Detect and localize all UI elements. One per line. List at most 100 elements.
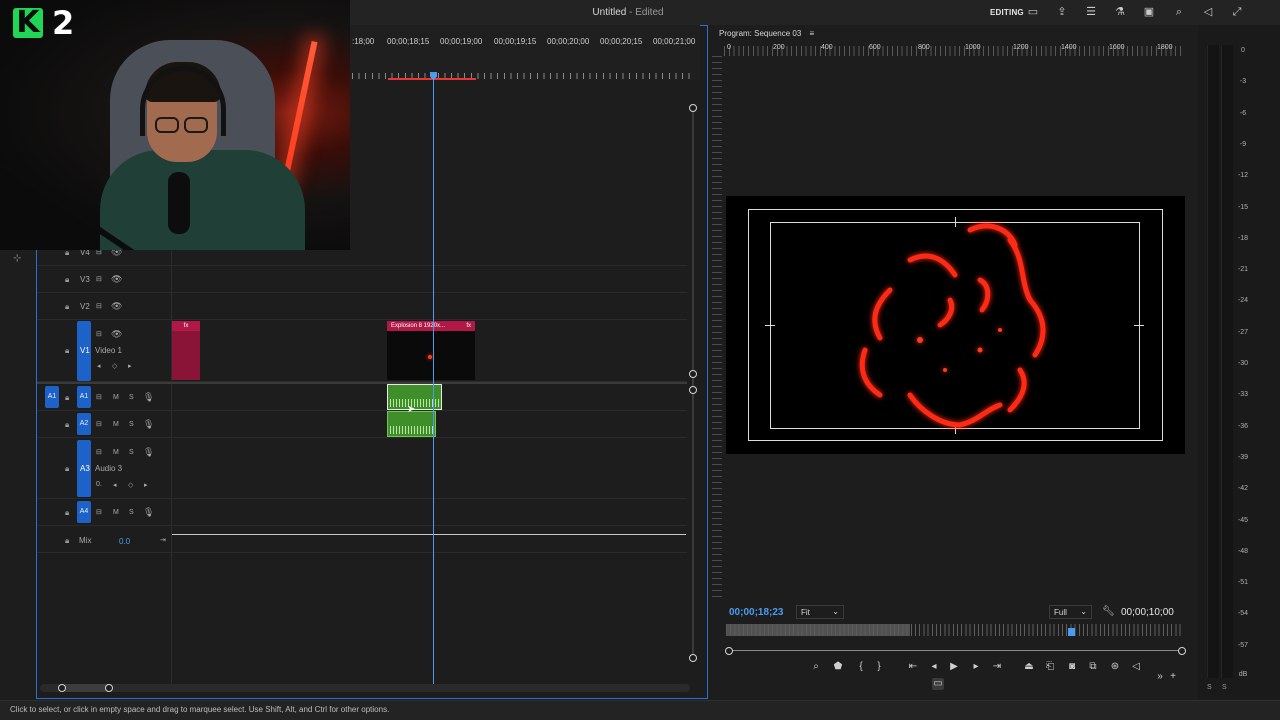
step-forward-icon[interactable]: ▸: [970, 661, 982, 673]
solo-right-button[interactable]: S: [1222, 684, 1227, 691]
mark-in-icon[interactable]: {: [855, 661, 867, 673]
meter-scale-label: -33: [1237, 391, 1249, 399]
sync-icon[interactable]: ⊟: [96, 393, 102, 401]
vertical-scrollbar[interactable]: [692, 108, 694, 660]
lock-icon[interactable]: 🔒︎: [65, 420, 69, 430]
zoom-level-value: Fit: [801, 608, 810, 617]
wrench-icon[interactable]: 🔧︎: [1102, 606, 1115, 617]
multicam-icon[interactable]: ▭: [932, 678, 944, 690]
solo-button[interactable]: S: [129, 449, 134, 456]
track-target-a2[interactable]: A2: [77, 413, 91, 435]
add-keyframe-icon[interactable]: ◇: [128, 481, 133, 489]
mute-button[interactable]: M: [113, 394, 119, 401]
flask-icon[interactable]: ⚗: [1113, 5, 1127, 19]
solo-button[interactable]: S: [129, 509, 134, 516]
scroll-handle[interactable]: [689, 370, 697, 378]
eye-icon[interactable]: 👁︎: [111, 301, 122, 312]
mix-value[interactable]: 0.0: [119, 537, 130, 546]
mute-button[interactable]: M: [113, 421, 119, 428]
sync-icon[interactable]: ⊟: [96, 275, 102, 283]
microphone-icon[interactable]: 🎙︎: [143, 447, 154, 458]
track-target-a1[interactable]: A1: [77, 386, 91, 408]
monitor-zoom-bar[interactable]: [726, 624, 910, 636]
track-target-a4[interactable]: A4: [77, 501, 91, 523]
lock-icon[interactable]: 🔒︎: [65, 536, 69, 546]
horizontal-scroll-thumb[interactable]: [62, 684, 110, 692]
sync-icon[interactable]: ⊟: [96, 330, 102, 338]
play-icon[interactable]: ▶: [948, 661, 960, 673]
workspace-label[interactable]: EDITING: [990, 8, 1024, 17]
go-to-in-icon[interactable]: ⇤: [907, 661, 919, 673]
timeline-ruler[interactable]: [350, 25, 700, 80]
lift-icon[interactable]: ⏏: [1023, 661, 1035, 673]
scroll-handle[interactable]: [58, 684, 66, 692]
fullscreen-icon[interactable]: ▭: [1026, 5, 1040, 19]
go-to-out-icon[interactable]: ⇥: [991, 661, 1003, 673]
next-keyframe-icon[interactable]: ▸: [144, 481, 148, 489]
go-to-end-icon[interactable]: ⇥: [160, 536, 166, 544]
playback-resolution-dropdown[interactable]: Full ⌄: [1049, 605, 1092, 619]
volume-value[interactable]: 0.: [96, 481, 102, 488]
zoom-level-dropdown[interactable]: Fit ⌄: [796, 605, 844, 619]
sync-icon[interactable]: ⊟: [96, 508, 102, 516]
video-clip-explosion[interactable]: Explosion 8 1920x... fx: [387, 321, 475, 380]
camera-icon[interactable]: ◙: [1066, 661, 1078, 673]
lock-icon[interactable]: 🔒︎: [65, 508, 69, 518]
scroll-handle[interactable]: [725, 647, 733, 655]
add-button-icon[interactable]: +: [1167, 671, 1179, 683]
microphone-icon[interactable]: 🎙︎: [143, 507, 154, 518]
video-clip[interactable]: fx: [172, 321, 200, 380]
sync-icon[interactable]: ⊟: [96, 448, 102, 456]
volume-icon[interactable]: ◁: [1201, 5, 1215, 19]
more-icon[interactable]: »: [1154, 671, 1166, 683]
expand-icon[interactable]: ⤢: [1230, 5, 1244, 19]
monitor-scrollbar[interactable]: [729, 650, 1182, 651]
scroll-handle[interactable]: [105, 684, 113, 692]
prev-keyframe-icon[interactable]: ◂: [97, 362, 101, 370]
mute-button[interactable]: M: [113, 509, 119, 516]
solo-button[interactable]: S: [129, 421, 134, 428]
monitor-playhead[interactable]: [1068, 628, 1075, 636]
prev-keyframe-icon[interactable]: ◂: [113, 481, 117, 489]
microphone-icon[interactable]: 🎙︎: [143, 419, 154, 430]
add-marker-icon[interactable]: ⬟: [832, 661, 844, 673]
microphone-icon[interactable]: 🎙︎: [143, 392, 154, 403]
solo-left-button[interactable]: S: [1207, 684, 1212, 691]
vr-icon[interactable]: ⊛: [1109, 661, 1121, 673]
scroll-handle[interactable]: [1178, 647, 1186, 655]
step-back-icon[interactable]: ◂: [928, 661, 940, 673]
scroll-handle[interactable]: [689, 104, 697, 112]
lock-icon[interactable]: 🔒︎: [65, 464, 69, 474]
settings-icon[interactable]: ☰: [1084, 5, 1098, 19]
playhead-line[interactable]: [433, 72, 434, 684]
panel-menu-icon[interactable]: ≡: [810, 29, 815, 38]
lock-icon[interactable]: 🔒︎: [65, 302, 69, 312]
comparison-view-icon[interactable]: ⧉: [1087, 661, 1099, 673]
share-icon[interactable]: ⇪: [1055, 5, 1069, 19]
mute-button[interactable]: M: [113, 449, 119, 456]
add-keyframe-icon[interactable]: ◇: [112, 362, 117, 370]
program-monitor-title[interactable]: Program: Sequence 03 ≡: [719, 29, 814, 38]
comment-icon[interactable]: ▣: [1142, 5, 1156, 19]
mix-volume-line[interactable]: [172, 534, 686, 535]
eye-icon[interactable]: 👁︎: [111, 329, 122, 340]
export-frame-zoom-icon[interactable]: ⌕: [810, 661, 822, 673]
source-patch-a1[interactable]: A1: [45, 386, 59, 408]
eye-icon[interactable]: 👁︎: [111, 274, 122, 285]
scroll-handle[interactable]: [689, 654, 697, 662]
sync-icon[interactable]: ⊟: [96, 420, 102, 428]
next-keyframe-icon[interactable]: ▸: [128, 362, 132, 370]
scroll-handle[interactable]: [689, 386, 697, 394]
search-icon[interactable]: ⌕: [1172, 5, 1186, 19]
sync-icon[interactable]: ⊟: [96, 302, 102, 310]
solo-button[interactable]: S: [129, 394, 134, 401]
lock-icon[interactable]: 🔒︎: [65, 346, 69, 356]
snap-icon[interactable]: ⊹: [13, 253, 21, 264]
lock-icon[interactable]: 🔒︎: [65, 275, 69, 285]
mark-out-icon[interactable]: }: [873, 661, 885, 673]
lock-icon[interactable]: 🔒︎: [65, 393, 69, 403]
audio-icon[interactable]: ◁: [1130, 661, 1142, 673]
current-timecode[interactable]: 00;00;18;23: [729, 607, 783, 618]
horizontal-scrollbar[interactable]: [40, 684, 690, 692]
extract-icon[interactable]: ⎗: [1044, 661, 1056, 673]
